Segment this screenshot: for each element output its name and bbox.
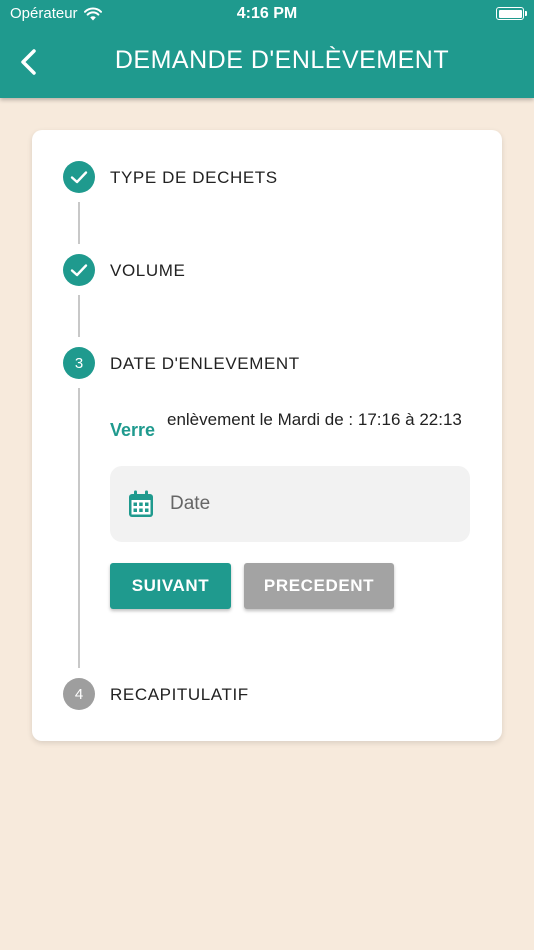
- pickup-schedule-text: enlèvement le Mardi de : 17:16 à 22:13: [167, 410, 462, 429]
- check-icon: [70, 264, 88, 277]
- date-input[interactable]: [170, 466, 450, 542]
- step-3-indicator: 3: [63, 347, 95, 379]
- app-bar: Opérateur 4:16 PM DEMANDE D'ENLÈVEMENT: [0, 0, 534, 98]
- step-connector: [78, 388, 80, 668]
- step-2-done-indicator: [63, 254, 95, 286]
- step-connector: [78, 202, 80, 244]
- page-title: DEMANDE D'ENLÈVEMENT: [114, 46, 450, 74]
- status-time: 4:16 PM: [236, 5, 298, 22]
- next-button[interactable]: SUIVANT: [110, 563, 231, 609]
- stepper-card: [32, 130, 502, 741]
- step-4-label[interactable]: RECAPITULATIF: [110, 685, 249, 705]
- step-3-label[interactable]: DATE D'ENLEVEMENT: [110, 354, 300, 374]
- calendar-icon: [129, 490, 153, 517]
- status-bar: Opérateur 4:16 PM: [0, 0, 534, 28]
- step-2-label[interactable]: VOLUME: [110, 261, 185, 281]
- date-field[interactable]: [110, 466, 470, 542]
- previous-button[interactable]: PRECEDENT: [244, 563, 394, 609]
- step-1-label[interactable]: TYPE DE DECHETS: [110, 168, 278, 188]
- step-4-indicator: 4: [63, 678, 95, 710]
- step-connector: [78, 295, 80, 337]
- step-1-done-indicator: [63, 161, 95, 193]
- waste-category: Verre: [110, 420, 156, 440]
- check-icon: [70, 171, 88, 184]
- battery-icon: [496, 7, 527, 20]
